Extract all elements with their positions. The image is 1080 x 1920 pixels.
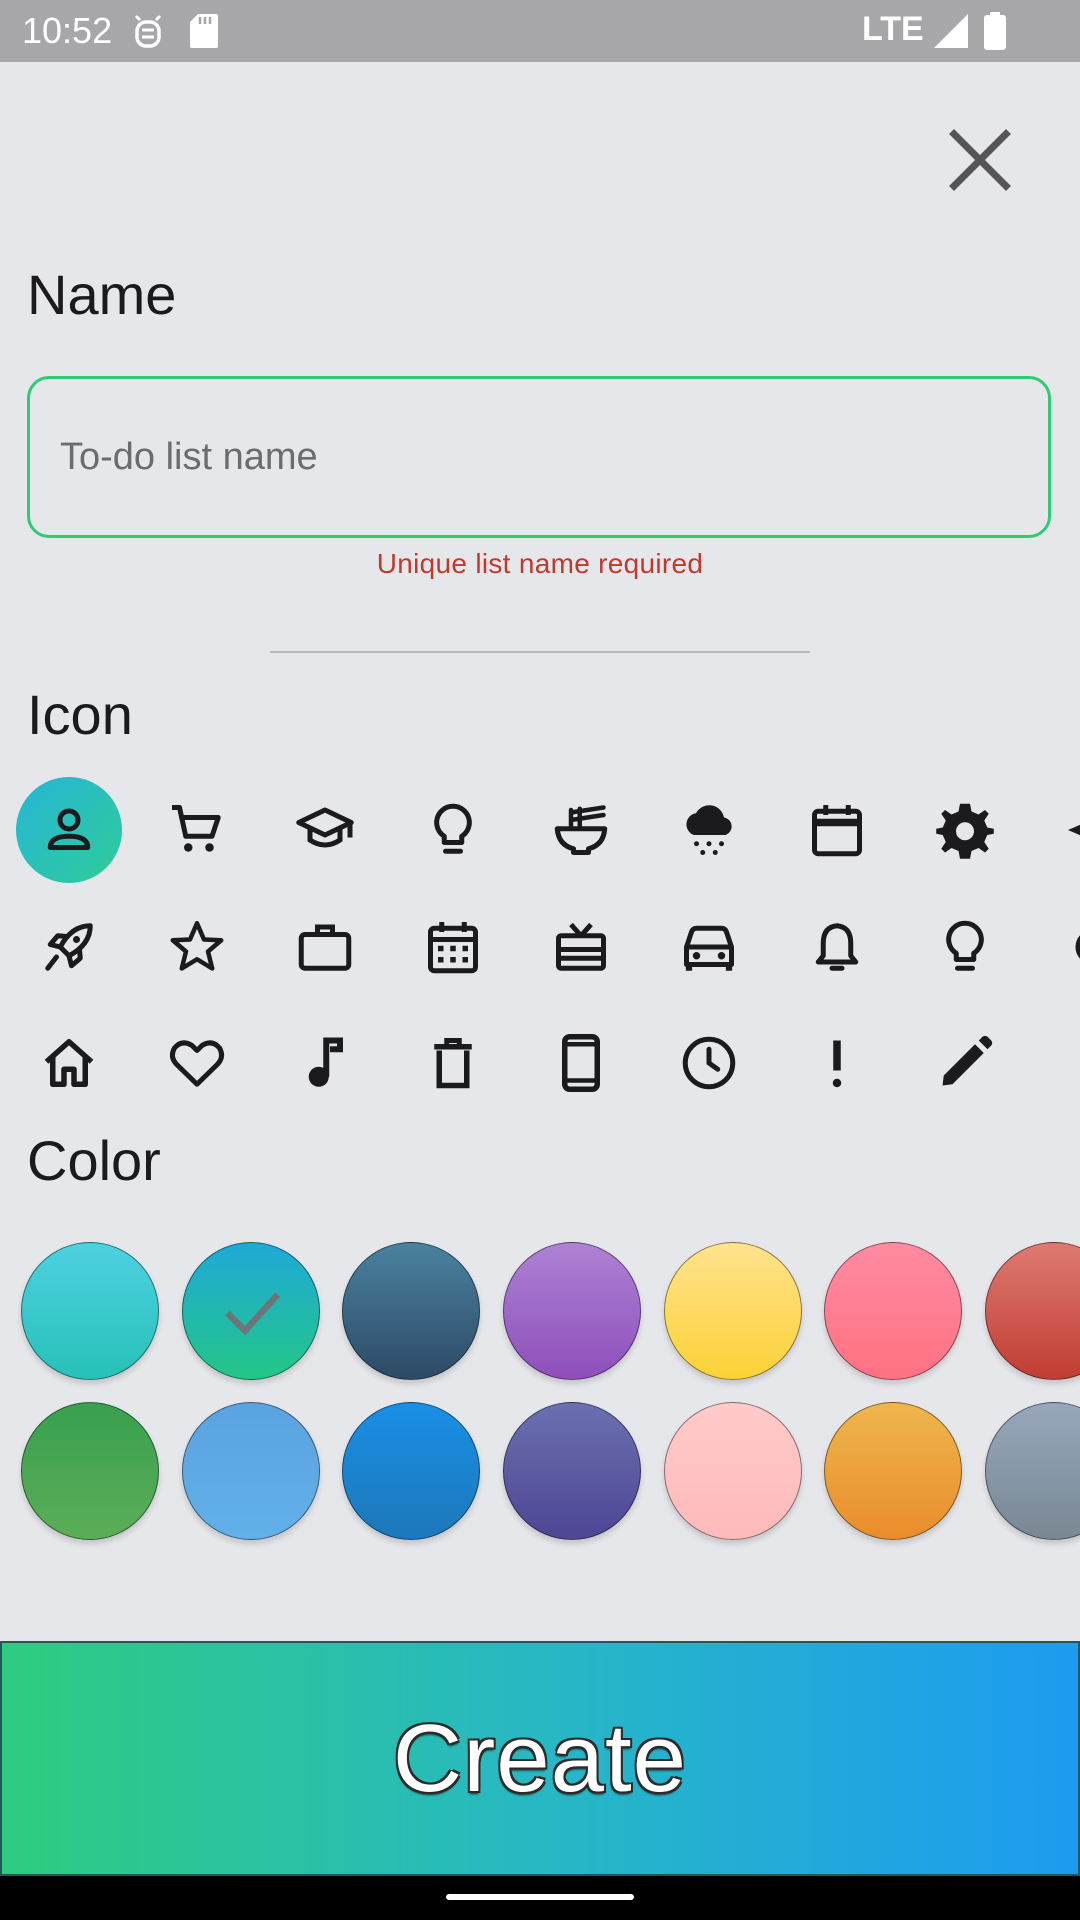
icon-option-delete[interactable] xyxy=(398,1008,508,1118)
color-swatch-gray[interactable] xyxy=(985,1402,1080,1540)
icon-option-important[interactable] xyxy=(782,1008,892,1118)
exclamation-icon xyxy=(832,1040,842,1088)
color-swatch-yellow[interactable] xyxy=(664,1242,802,1380)
color-section-title: Color xyxy=(27,1129,161,1192)
android-debug-icon xyxy=(132,14,164,53)
check-icon xyxy=(225,1292,281,1336)
icon-option-reminder[interactable] xyxy=(782,892,892,1002)
icon-option-travel[interactable] xyxy=(1038,775,1080,885)
plane-icon xyxy=(1068,824,1080,836)
home-icon xyxy=(44,1039,94,1087)
icon-option-home[interactable] xyxy=(14,1008,124,1118)
music-note-icon xyxy=(308,1037,343,1087)
cloud-snow-icon xyxy=(686,805,732,855)
heart-icon xyxy=(169,1040,225,1087)
close-button[interactable] xyxy=(940,120,1020,200)
icon-section-title: Icon xyxy=(27,683,133,746)
icon-option-calendar[interactable] xyxy=(782,775,892,885)
trash-icon xyxy=(434,1038,472,1089)
icon-option-weather[interactable] xyxy=(654,775,764,885)
gift-icon xyxy=(556,922,606,971)
status-bar: 10:52 LTE xyxy=(0,0,1080,62)
icon-option-school[interactable] xyxy=(270,775,380,885)
color-swatch-indigo[interactable] xyxy=(503,1402,641,1540)
rocket-icon xyxy=(45,923,93,971)
color-swatch-orange[interactable] xyxy=(824,1402,962,1540)
bell-icon xyxy=(815,923,859,971)
shopping-cart-icon xyxy=(172,805,221,852)
create-button[interactable]: Create xyxy=(0,1641,1080,1876)
icon-option-work[interactable] xyxy=(270,892,380,1002)
icon-option-person[interactable] xyxy=(16,777,122,883)
icon-option-edit[interactable] xyxy=(910,1008,1020,1118)
close-icon xyxy=(949,129,1011,191)
color-swatch-light-pink[interactable] xyxy=(664,1402,802,1540)
icon-option-rocket[interactable] xyxy=(14,892,124,1002)
icon-option-music[interactable] xyxy=(270,1008,380,1118)
sd-card-icon xyxy=(190,14,218,53)
person-icon xyxy=(47,808,91,850)
briefcase-icon xyxy=(298,924,352,971)
icon-option-time[interactable] xyxy=(654,1008,764,1118)
clock-icon xyxy=(682,1036,736,1090)
phone-icon xyxy=(562,1034,600,1092)
calendar-grid-icon xyxy=(428,922,478,974)
color-swatch-teal-selected[interactable] xyxy=(182,1242,320,1380)
signal-icon xyxy=(934,14,968,53)
icon-option-idea-2[interactable] xyxy=(910,892,1020,1002)
color-swatch-blue[interactable] xyxy=(342,1402,480,1540)
paw-icon xyxy=(1075,935,1080,959)
color-swatch-slate-blue[interactable] xyxy=(342,1242,480,1380)
icon-option-star[interactable] xyxy=(142,892,252,1002)
name-section-title: Name xyxy=(27,263,177,326)
status-time: 10:52 xyxy=(22,10,113,51)
graduation-cap-icon xyxy=(296,807,354,848)
network-type: LTE xyxy=(862,10,924,48)
car-icon xyxy=(684,925,734,971)
icon-option-gift[interactable] xyxy=(526,892,636,1002)
list-name-input[interactable] xyxy=(27,376,1051,538)
lightbulb-icon xyxy=(946,920,984,971)
gear-icon xyxy=(936,803,994,859)
name-error-message: Unique list name required xyxy=(376,548,704,579)
icon-option-food[interactable] xyxy=(526,775,636,885)
color-swatch-green[interactable] xyxy=(21,1402,159,1540)
color-swatch-purple[interactable] xyxy=(503,1242,641,1380)
icon-option-settings[interactable] xyxy=(910,775,1020,885)
battery-icon xyxy=(984,12,1006,55)
pencil-icon xyxy=(942,1035,993,1086)
color-swatch-cyan[interactable] xyxy=(21,1242,159,1380)
color-swatch-red[interactable] xyxy=(985,1242,1080,1380)
create-button-label: Create xyxy=(392,1704,688,1812)
ramen-bowl-icon xyxy=(554,805,608,855)
section-divider xyxy=(270,651,810,653)
icon-option-schedule[interactable] xyxy=(398,892,508,1002)
calendar-icon xyxy=(812,805,862,857)
home-gesture-handle[interactable] xyxy=(446,1894,634,1900)
color-swatch-sky-blue[interactable] xyxy=(182,1402,320,1540)
icon-option-cart[interactable] xyxy=(142,775,252,885)
lightbulb-icon xyxy=(434,803,472,854)
icon-option-phone[interactable] xyxy=(526,1008,636,1118)
icon-option-idea[interactable] xyxy=(398,775,508,885)
icon-option-pet[interactable] xyxy=(1038,892,1080,1002)
icon-option-favorite[interactable] xyxy=(142,1008,252,1118)
icon-option-car[interactable] xyxy=(654,892,764,1002)
star-icon xyxy=(170,921,224,971)
color-swatch-pink[interactable] xyxy=(824,1242,962,1380)
navigation-bar xyxy=(0,1876,1080,1920)
